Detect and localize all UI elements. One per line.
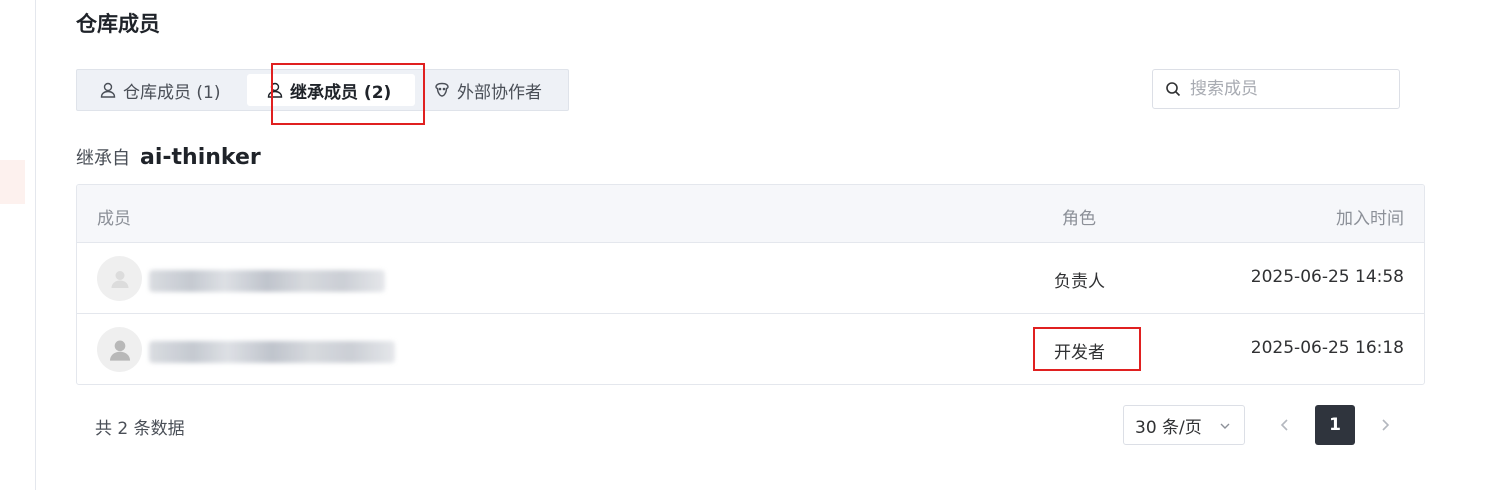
table-row: 负责人 2025-06-25 14:58 [77, 243, 1424, 314]
table-header: 成员 角色 加入时间 [77, 185, 1424, 243]
member-joined-time: 2025-06-25 16:18 [1250, 338, 1404, 358]
member-name-redacted[interactable] [149, 270, 385, 292]
inherit-label: 继承自 [76, 148, 130, 169]
avatar[interactable] [97, 327, 142, 372]
tab-label: 外部协作者 [457, 82, 542, 103]
avatar[interactable] [97, 256, 142, 301]
page-size-value: 30 条/页 [1135, 417, 1202, 438]
prev-page-icon[interactable] [1276, 412, 1294, 438]
page-size-select[interactable]: 30 条/页 [1123, 405, 1245, 445]
user-icon [100, 82, 116, 98]
tab-external-collaborators[interactable]: 外部协作者 [433, 74, 542, 106]
member-joined-time: 2025-06-25 14:58 [1250, 267, 1404, 287]
column-header-joined: 加入时间 [1336, 209, 1404, 229]
column-header-member: 成员 [97, 209, 131, 229]
search-input[interactable] [1190, 79, 1390, 99]
page-title: 仓库成员 [76, 12, 160, 36]
chevron-down-icon [1220, 423, 1230, 429]
inherit-source: 继承自 ai-thinker [76, 144, 261, 170]
sidebar-active-marker [0, 160, 25, 204]
next-page-icon[interactable] [1376, 412, 1394, 438]
inherit-org-name[interactable]: ai-thinker [140, 145, 261, 170]
tab-repo-members[interactable]: 仓库成员 (1) [99, 74, 220, 106]
search-box[interactable] [1152, 69, 1400, 109]
search-icon [1166, 82, 1181, 97]
tab-label: 仓库成员 (1) [123, 82, 221, 103]
column-header-role: 角色 [1062, 209, 1096, 229]
default-avatar-icon [111, 270, 128, 288]
annotation-highlight-tab [271, 63, 425, 125]
total-count: 共 2 条数据 [95, 419, 185, 439]
member-name-redacted[interactable] [149, 341, 395, 363]
default-avatar-icon [109, 340, 130, 361]
page-button-current[interactable]: 1 [1315, 405, 1355, 445]
table-row: 开发者 2025-06-25 16:18 [77, 314, 1424, 384]
members-table: 成员 角色 加入时间 负责人 2025-06-25 14:58 开发者 2025… [76, 184, 1425, 385]
left-divider [35, 0, 36, 490]
member-role: 负责人 [1054, 272, 1105, 292]
annotation-highlight-role [1033, 327, 1141, 371]
collaborator-icon [435, 82, 449, 97]
